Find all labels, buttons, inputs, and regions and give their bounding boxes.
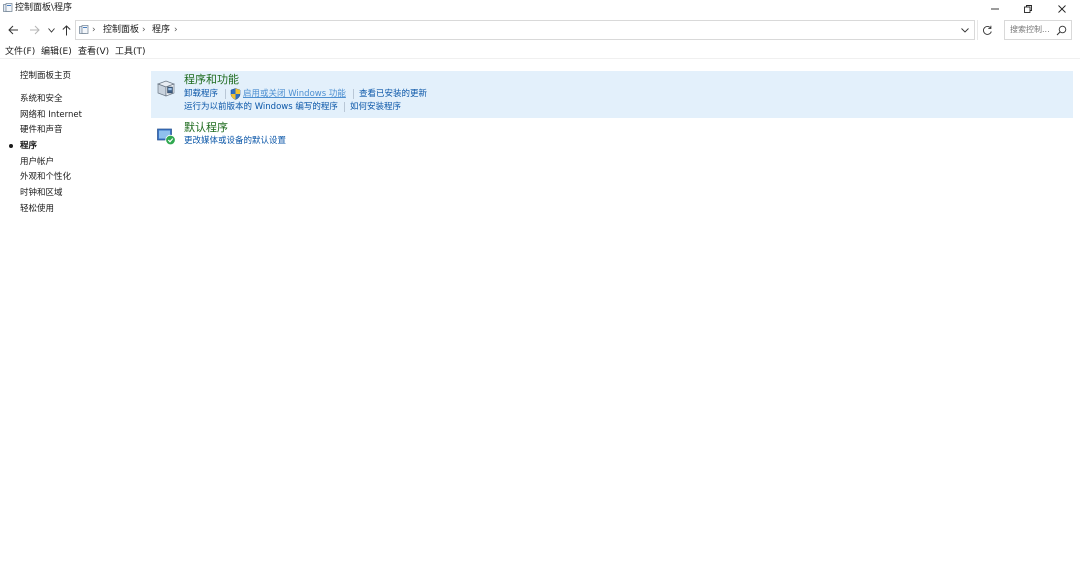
restore-icon [1024, 4, 1032, 13]
sidebar-item-ease-of-access[interactable]: 轻松使用 [20, 203, 54, 215]
uninstall-program-link[interactable]: 卸载程序 [184, 89, 218, 100]
uac-shield-icon [230, 88, 241, 100]
sidebar-item-home[interactable]: 控制面板主页 [20, 70, 71, 82]
sidebar-item-programs[interactable]: 程序 [20, 140, 37, 152]
programs-box-icon[interactable] [156, 78, 176, 98]
programs-features-title[interactable]: 程序和功能 [184, 73, 239, 87]
sidebar-item-system-security[interactable]: 系统和安全 [20, 93, 63, 105]
breadcrumb-separator[interactable]: › [92, 24, 96, 36]
chevron-down-icon [47, 27, 55, 33]
recent-locations-button[interactable] [46, 22, 56, 38]
default-programs-icon[interactable] [156, 126, 176, 146]
breadcrumb-separator[interactable]: › [142, 24, 146, 36]
refresh-button[interactable] [977, 20, 997, 40]
menu-tools[interactable]: 工具(T) [115, 46, 146, 58]
default-programs-title[interactable]: 默认程序 [184, 121, 228, 135]
arrow-right-icon [29, 25, 40, 35]
sidebar-item-network[interactable]: 网络和 Internet [20, 109, 82, 121]
window-title: 控制面板\程序 [15, 3, 73, 13]
arrow-up-icon [61, 24, 71, 35]
menu-file[interactable]: 文件(F) [5, 46, 35, 58]
control-panel-icon [3, 3, 13, 12]
compatibility-link[interactable]: 运行为以前版本的 Windows 编写的程序 [184, 102, 338, 113]
sidebar-item-clock-region[interactable]: 时钟和区域 [20, 187, 63, 199]
windows-features-link[interactable]: 启用或关闭 Windows 功能 [243, 89, 346, 100]
address-dropdown-button[interactable] [958, 23, 972, 37]
link-divider [225, 89, 226, 99]
sidebar-item-hardware-sound[interactable]: 硬件和声音 [20, 124, 63, 136]
search-placeholder: 搜索控制... [1010, 25, 1050, 34]
active-bullet [9, 144, 13, 148]
minimize-button[interactable] [980, 0, 1010, 17]
close-icon [1058, 4, 1066, 13]
menu-view[interactable]: 查看(V) [78, 46, 109, 58]
link-divider [344, 102, 345, 112]
breadcrumb-separator[interactable]: › [174, 24, 178, 36]
how-to-install-link[interactable]: 如何安装程序 [350, 102, 401, 113]
refresh-icon [983, 25, 992, 35]
change-defaults-link[interactable]: 更改媒体或设备的默认设置 [184, 136, 286, 147]
arrow-left-icon [7, 25, 18, 35]
installed-updates-link[interactable]: 查看已安装的更新 [359, 89, 427, 100]
navigation-bar: › 控制面板 › 程序 › 搜索控制... [0, 19, 1080, 41]
minimize-icon [991, 8, 999, 9]
forward-button[interactable] [27, 22, 41, 38]
link-divider [353, 89, 354, 99]
search-icon[interactable] [1056, 25, 1067, 36]
back-button[interactable] [6, 22, 20, 38]
control-panel-window: 控制面板\程序 › 控制面板 › 程序 › 搜索控制... 文件(F) 编辑(E… [0, 0, 1080, 586]
up-button[interactable] [60, 22, 72, 38]
title-bar: 控制面板\程序 [0, 0, 1080, 17]
breadcrumb-control-panel[interactable]: 控制面板 [103, 24, 139, 36]
sidebar-item-appearance[interactable]: 外观和个性化 [20, 171, 71, 183]
sidebar-item-user-accounts[interactable]: 用户帐户 [20, 156, 54, 168]
address-bar[interactable]: › 控制面板 › 程序 › [75, 20, 975, 40]
menu-bar: 文件(F) 编辑(E) 查看(V) 工具(T) [0, 45, 1080, 59]
close-button[interactable] [1047, 0, 1077, 17]
default-programs-section: 默认程序 更改媒体或设备的默认设置 [151, 119, 1073, 149]
programs-features-section: 程序和功能 卸载程序 启用或关闭 Windows 功能 查看已安装的更新 运行为… [151, 71, 1073, 118]
menu-edit[interactable]: 编辑(E) [41, 46, 72, 58]
breadcrumb-programs[interactable]: 程序 [152, 24, 170, 36]
chevron-down-icon [961, 27, 969, 33]
control-panel-icon [79, 25, 89, 34]
sidebar: 控制面板主页 系统和安全 网络和 Internet 硬件和声音 程序 用户帐户 … [0, 66, 150, 266]
search-input[interactable]: 搜索控制... [1004, 20, 1072, 40]
restore-button[interactable] [1013, 0, 1043, 17]
